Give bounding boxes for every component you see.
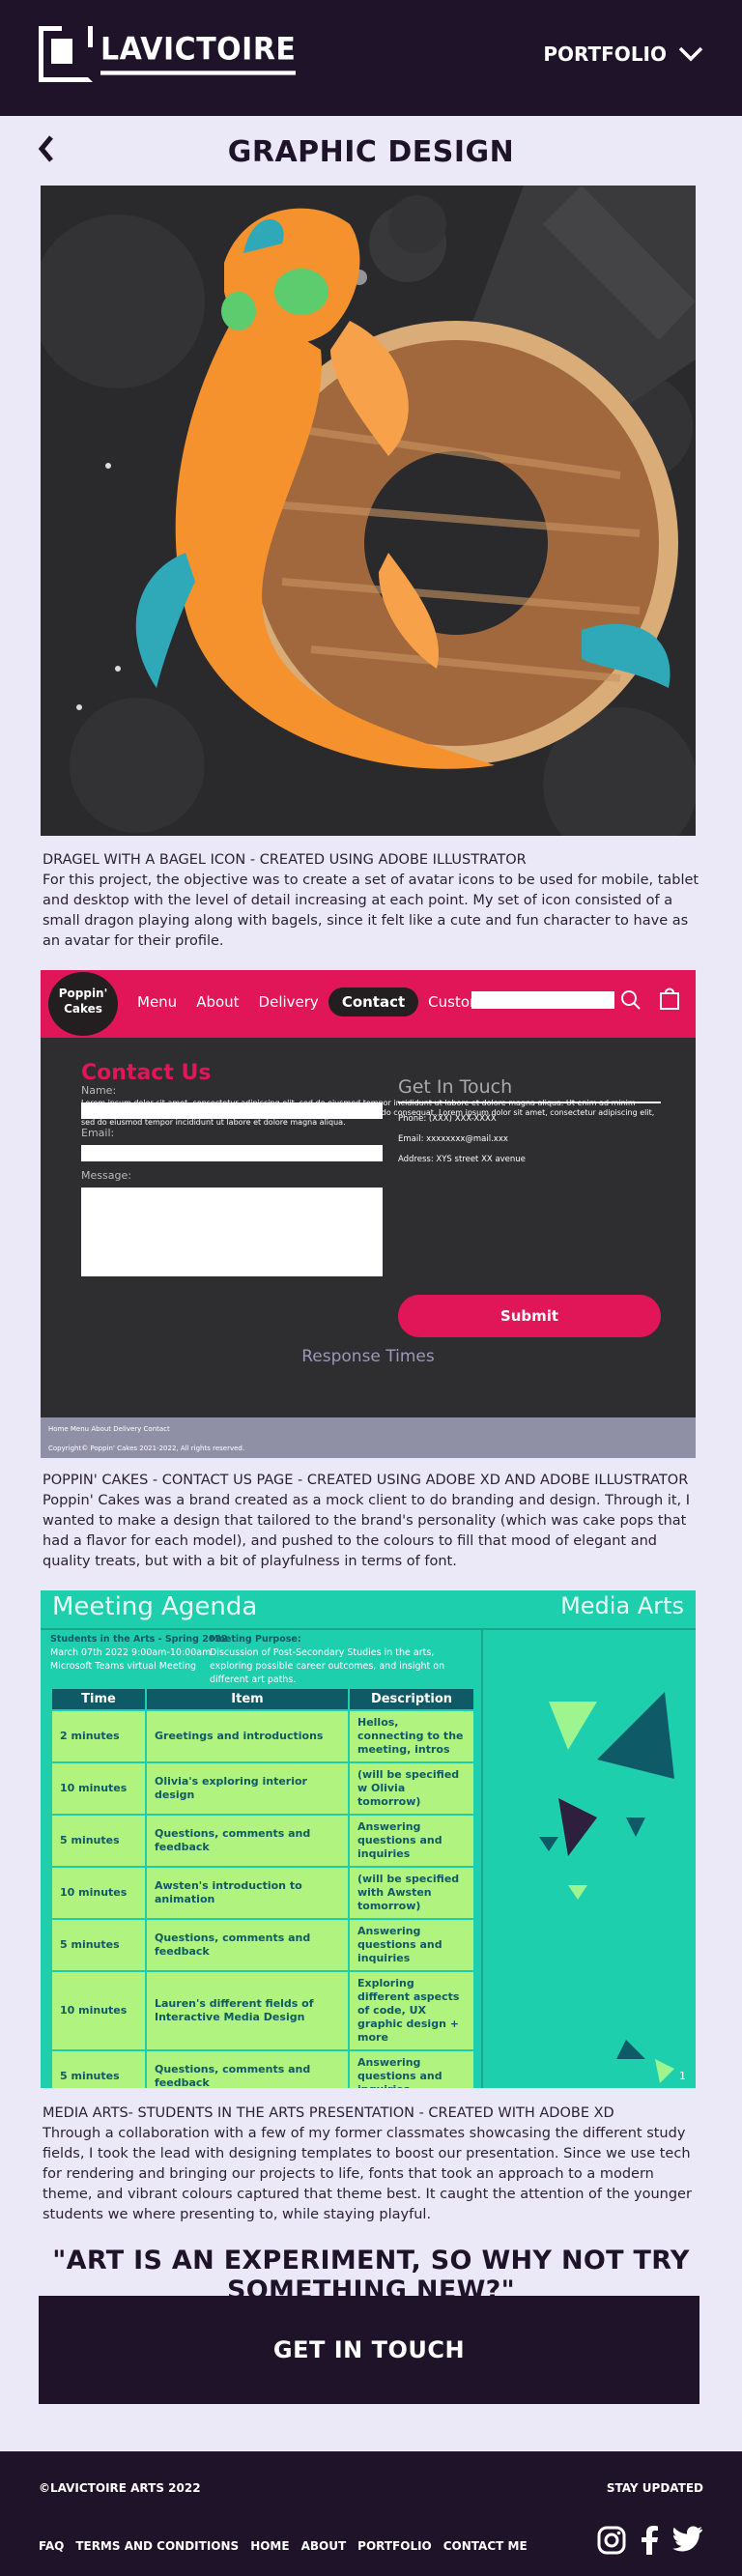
mockup-search-box: [471, 991, 614, 1009]
mockup-get-in-touch: Get In Touch Phone: (XXX) XXX-XXXX Email…: [398, 1076, 661, 1164]
mockup-nav-contact: Contact: [328, 987, 419, 1016]
agenda-row: 10 minutes Awsten's introduction to anima…: [50, 1866, 475, 1920]
agenda-col-time: Time: [50, 1687, 147, 1711]
logo-mark-icon: [39, 26, 93, 82]
project-heading: POPPIN' CAKES - CONTACT US PAGE - CREATE…: [43, 1473, 689, 1488]
mockup-email-label: Email:: [81, 1127, 115, 1139]
agenda-cell-description: Exploring different aspects of code, UX …: [348, 1970, 475, 2051]
mockup-nav-delivery: Delivery: [258, 993, 319, 1011]
mockup-nav-about: About: [196, 993, 240, 1011]
mockup-name-field: [81, 1102, 383, 1119]
chevron-down-icon: [678, 46, 703, 62]
agenda-cell-description: Answering questions and inquiries: [348, 2049, 475, 2088]
mockup-nav: Poppin' Cakes Menu About Delivery Contact…: [41, 970, 696, 1038]
agenda-cell-time: 5 minutes: [50, 2049, 147, 2088]
mockup-address: Address: XYS street XX avenue: [398, 1155, 526, 1164]
agenda-row: 2 minutes Greetings and introductions Hell…: [50, 1709, 475, 1763]
agenda-row: 10 minutes Lauren's different fields of I…: [50, 1970, 475, 2051]
instagram-icon[interactable]: [597, 2526, 626, 2555]
project-heading: DRAGEL WITH A BAGEL ICON - CREATED USING…: [43, 852, 527, 868]
get-in-touch-button[interactable]: GET IN TOUCH: [39, 2296, 699, 2404]
mockup-logo: Poppin' Cakes: [48, 972, 118, 1036]
footer-links: FAQ TERMS AND CONDITIONS HOME ABOUT PORT…: [39, 2539, 528, 2553]
footer-link-portfolio[interactable]: PORTFOLIO: [357, 2539, 432, 2553]
agenda-purpose: Meeting Purpose: Discussion of Post-Seco…: [210, 1634, 445, 1685]
mockup-phone: Phone: (XXX) XXX-XXXX: [398, 1114, 497, 1124]
mockup-submit-button: Submit: [398, 1295, 661, 1337]
project-description: Poppin' Cakes was a brand created as a m…: [43, 1493, 691, 1569]
mockup-form: Name: Email: Message:: [81, 1076, 383, 1276]
footer-copyright: ©LAVICTOIRE ARTS 2022: [39, 2481, 201, 2495]
footer-link-terms[interactable]: TERMS AND CONDITIONS: [75, 2539, 239, 2553]
mockup-message-label: Message:: [81, 1169, 131, 1182]
search-icon: [621, 990, 641, 1010]
agenda-cell-time: 10 minutes: [50, 1866, 147, 1920]
twitter-icon[interactable]: [672, 2526, 703, 2553]
agenda-cell-time: 5 minutes: [50, 1814, 147, 1868]
agenda-info: Students in the Arts - Spring 2022 March…: [50, 1634, 228, 1672]
mockup-footer: Home Menu About Delivery Contact Copyrig…: [41, 1417, 696, 1458]
mockup-touch-heading: Get In Touch: [398, 1076, 661, 1103]
project-heading: MEDIA ARTS- STUDENTS IN THE ARTS PRESENT…: [43, 2105, 614, 2121]
agenda-table: Time Item Description 2 minutes Greetings…: [50, 1687, 475, 2088]
shopping-bag-icon: [660, 987, 679, 1010]
mockup-footer-links: Home Menu About Delivery Contact: [48, 1425, 170, 1433]
agenda-cell-time: 10 minutes: [50, 1970, 147, 2051]
mockup-nav-menu: Menu: [137, 993, 178, 1011]
agenda-cell-item: Lauren's different fields of Interactive…: [145, 1970, 350, 2051]
agenda-cell-time: 2 minutes: [50, 1709, 147, 1763]
agenda-brand: Media Arts: [560, 1592, 684, 1619]
decorative-triangles: [539, 1692, 674, 2083]
agenda-cell-item: Greetings and introductions: [145, 1709, 350, 1763]
agenda-cell-item: Awsten's introduction to animation: [145, 1866, 350, 1920]
footer-link-home[interactable]: HOME: [250, 2539, 289, 2553]
agenda-cell-description: Answering questions and inquiries: [348, 1918, 475, 1972]
project-description: For this project, the objective was to c…: [43, 873, 699, 949]
social-links: [597, 2526, 703, 2555]
logo-text: LAVICTOIRE: [100, 34, 297, 75]
agenda-row: 10 minutes Olivia's exploring interior de…: [50, 1761, 475, 1816]
media-arts-agenda-slide: Meeting Agenda Media Arts Students in th…: [41, 1590, 696, 2088]
project-description: Through a collaboration with a few of my…: [43, 2126, 692, 2222]
agenda-cell-time: 10 minutes: [50, 1761, 147, 1816]
agenda-row: 5 minutes Questions, comments and feedbac…: [50, 1918, 475, 1972]
mockup-email: Email: xxxxxxxx@mail.xxx: [398, 1134, 508, 1144]
mockup-email-field: [81, 1145, 383, 1161]
agenda-row: 5 minutes Questions, comments and feedbac…: [50, 1814, 475, 1868]
mockup-response-heading: Response Times: [301, 1347, 435, 1366]
footer-link-faq[interactable]: FAQ: [39, 2539, 64, 2553]
agenda-cell-description: Answering questions and inquiries: [348, 1814, 475, 1868]
project-caption: MEDIA ARTS- STUDENTS IN THE ARTS PRESENT…: [43, 2104, 699, 2225]
agenda-page-number: 1: [679, 2070, 686, 2082]
site-footer: ©LAVICTOIRE ARTS 2022 STAY UPDATED FAQ T…: [0, 2451, 742, 2576]
agenda-cell-description: (will be specified w Olivia tomorrow): [348, 1761, 475, 1816]
poppin-cakes-contact-mockup: Poppin' Cakes Menu About Delivery Contact…: [41, 970, 696, 1458]
facebook-icon[interactable]: [640, 2526, 659, 2555]
page-title: GRAPHIC DESIGN: [227, 135, 515, 169]
agenda-cell-description: Hellos, connecting to the meeting, intro…: [348, 1709, 475, 1763]
footer-link-contact[interactable]: CONTACT ME: [443, 2539, 528, 2553]
agenda-cell-item: Olivia's exploring interior design: [145, 1761, 350, 1816]
agenda-cell-description: (will be specified with Awsten tomorrow): [348, 1866, 475, 1920]
portfolio-dropdown[interactable]: PORTFOLIO: [543, 43, 703, 66]
project-caption: DRAGEL WITH A BAGEL ICON - CREATED USING…: [43, 850, 699, 952]
agenda-row: 5 minutes Questions, comments and feedbac…: [50, 2049, 475, 2088]
project-caption: POPPIN' CAKES - CONTACT US PAGE - CREATE…: [43, 1471, 699, 1572]
footer-link-about[interactable]: ABOUT: [301, 2539, 347, 2553]
agenda-cell-item: Questions, comments and feedback: [145, 1814, 350, 1868]
mockup-message-field: [81, 1188, 383, 1276]
footer-stay-updated: STAY UPDATED: [606, 2481, 703, 2495]
mockup-name-label: Name:: [81, 1084, 117, 1097]
portfolio-label: PORTFOLIO: [543, 43, 667, 66]
agenda-cell-time: 5 minutes: [50, 1918, 147, 1972]
agenda-col-description: Description: [348, 1687, 475, 1711]
mockup-footer-copy: Copyright© Poppin' Cakes 2021-2022, All …: [48, 1445, 245, 1452]
site-header: LAVICTOIRE PORTFOLIO: [0, 0, 742, 116]
agenda-title: Meeting Agenda: [52, 1592, 258, 1621]
agenda-cell-item: Questions, comments and feedback: [145, 2049, 350, 2088]
agenda-col-item: Item: [145, 1687, 350, 1711]
dragon-bagel-artwork: [41, 186, 696, 836]
agenda-cell-item: Questions, comments and feedback: [145, 1918, 350, 1972]
site-logo[interactable]: LAVICTOIRE: [39, 26, 297, 82]
